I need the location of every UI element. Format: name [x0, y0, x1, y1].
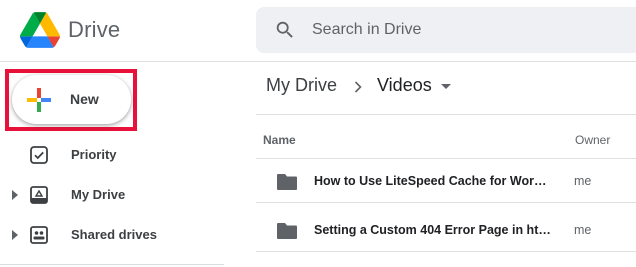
shared-drives-icon — [30, 226, 48, 244]
search-input[interactable] — [312, 7, 632, 53]
expand-arrow-icon[interactable] — [12, 190, 18, 200]
search-bar[interactable] — [256, 7, 636, 53]
breadcrumb-videos[interactable]: Videos — [377, 75, 432, 96]
file-name: How to Use LiteSpeed Cache for WordPress — [314, 174, 554, 188]
new-button-label: New — [70, 91, 99, 107]
main-divider — [256, 114, 636, 115]
search-icon[interactable] — [274, 19, 296, 41]
table-row[interactable]: Setting a Custom 404 Error Page in htacc… — [256, 208, 636, 252]
breadcrumb-my-drive[interactable]: My Drive — [266, 75, 337, 96]
sidebar-item-my-drive[interactable]: My Drive — [0, 177, 230, 213]
column-header-name[interactable]: Name — [263, 133, 296, 147]
header-divider — [0, 61, 636, 62]
new-button[interactable]: New — [12, 75, 131, 124]
file-owner: me — [574, 174, 592, 188]
column-header-owner[interactable]: Owner — [575, 133, 610, 147]
sidebar-item-label: My Drive — [71, 187, 126, 202]
chevron-right-icon — [354, 81, 362, 93]
sidebar-item-label: Priority — [71, 147, 117, 162]
my-drive-icon — [30, 186, 48, 204]
table-row[interactable]: How to Use LiteSpeed Cache for WordPress… — [256, 159, 636, 203]
plus-icon — [27, 88, 51, 112]
folder-icon — [277, 174, 297, 190]
caret-down-icon[interactable] — [441, 84, 451, 89]
drive-logo-icon — [20, 12, 60, 48]
priority-icon — [30, 146, 48, 164]
sidebar-item-priority[interactable]: Priority — [0, 137, 230, 173]
row-divider — [256, 251, 636, 252]
file-name: Setting a Custom 404 Error Page in htacc… — [314, 223, 554, 237]
folder-icon — [277, 223, 297, 239]
sidebar-item-label: Shared drives — [71, 227, 157, 242]
file-owner: me — [574, 223, 592, 237]
app-title: Drive — [68, 17, 121, 42]
row-divider — [256, 202, 636, 203]
sidebar-item-shared-drives[interactable]: Shared drives — [0, 217, 230, 253]
expand-arrow-icon[interactable] — [12, 230, 18, 240]
sidebar-divider — [0, 264, 224, 265]
